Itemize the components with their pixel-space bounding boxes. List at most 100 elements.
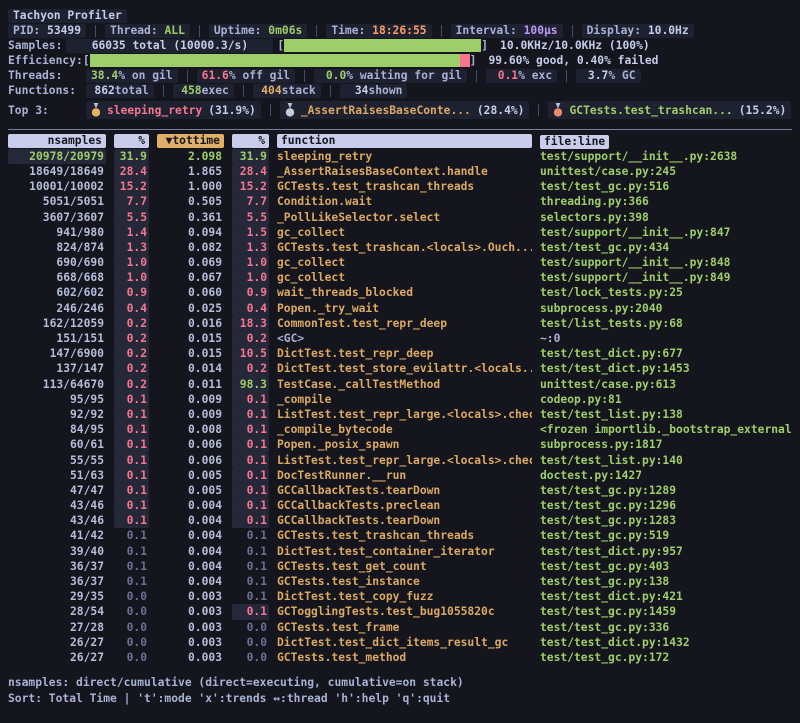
cell-direct-pct: 0.2 [114, 316, 149, 331]
cell-file-line: test/test_gc.py:1283 [540, 513, 792, 528]
stat-suffix: total [115, 83, 149, 98]
column-header-tottime-sorted[interactable]: ▼tottime [157, 134, 224, 148]
top3-item[interactable]: _AssertRaisesBaseConte... (28.4%) [280, 101, 530, 119]
table-row[interactable]: 5051/5051 7.7 0.505 7.7 Condition.wait t… [8, 194, 792, 209]
efficiency-row: Efficiency:[] 99.60% good, 0.40% failed [8, 53, 792, 68]
cell-tottime: 0.005 [157, 483, 224, 498]
thread-field[interactable]: Thread: ALL [105, 24, 190, 38]
table-row[interactable]: 137/147 0.2 0.014 0.2 DictTest.test_stor… [8, 361, 792, 376]
footer: nsamples: direct/cumulative (direct=exec… [8, 675, 792, 706]
column-header-direct-pct[interactable]: % [114, 134, 149, 148]
cell-file-line: test/test_gc.py:516 [540, 179, 792, 194]
table-row[interactable]: 147/6900 0.2 0.015 10.5 DictTest.test_re… [8, 346, 792, 361]
display-field: Display: 10.0Hz [582, 24, 694, 38]
top3-percentage: (28.4%) [477, 103, 525, 118]
title-bar: Tachyon Profiler [8, 8, 792, 23]
cell-tottime: 0.069 [157, 255, 224, 270]
cell-tottime: 0.009 [157, 392, 224, 407]
cell-tottime: 0.015 [157, 331, 224, 346]
table-row[interactable]: 29/35 0.0 0.003 0.1 DictTest.test_copy_f… [8, 589, 792, 604]
table-row[interactable]: 28/54 0.0 0.003 0.1 GCTogglingTests.test… [8, 604, 792, 619]
table-row[interactable]: 39/40 0.1 0.004 0.1 DictTest.test_contai… [8, 544, 792, 559]
table-row[interactable]: 55/55 0.1 0.006 0.1 ListTest.test_repr_l… [8, 453, 792, 468]
cell-nsamples: 39/40 [8, 544, 106, 559]
efficiency-text: 99.60% good, 0.40% failed [488, 53, 658, 68]
cell-direct-pct: 0.9 [114, 285, 149, 300]
separator [163, 85, 164, 97]
table-row[interactable]: 151/151 0.2 0.015 0.2 <GC> ~:0 [8, 331, 792, 346]
samples-rate: 10.0KHz/10.0KHz (100%) [500, 38, 650, 53]
table-row[interactable]: 18649/18649 28.4 1.865 28.4 _AssertRaise… [8, 164, 792, 179]
cell-tottime: 0.004 [157, 498, 224, 513]
stat-item: 862 total [86, 84, 154, 98]
cell-direct-pct: 0.2 [114, 377, 149, 392]
table-row[interactable]: 602/602 0.9 0.060 0.9 wait_threads_block… [8, 285, 792, 300]
cell-file-line: test/test_list.py:138 [540, 407, 792, 422]
cell-cumulative-pct: 10.5 [232, 346, 269, 361]
cell-nsamples: 20978/20979 [8, 149, 106, 164]
table-row[interactable]: 26/27 0.0 0.003 0.0 GCTests.test_method … [8, 650, 792, 665]
cell-function: <GC> [277, 331, 532, 346]
stat-item: 3.7% GC [576, 69, 640, 83]
separator [270, 104, 271, 116]
table-row[interactable]: 668/668 1.0 0.067 1.0 gc_collect test/su… [8, 270, 792, 285]
cell-cumulative-pct: 0.2 [232, 361, 269, 376]
divider [8, 129, 792, 130]
cell-function: DictTest.test_repr_deep [277, 346, 532, 361]
cell-file-line: doctest.py:1427 [540, 468, 792, 483]
cell-cumulative-pct: 0.1 [232, 422, 269, 437]
cell-cumulative-pct: 1.0 [232, 270, 269, 285]
cell-nsamples: 824/874 [8, 240, 106, 255]
table-row[interactable]: 690/690 1.0 0.069 1.0 gc_collect test/su… [8, 255, 792, 270]
cell-tottime: 0.016 [157, 316, 224, 331]
table-row[interactable]: 36/37 0.1 0.004 0.1 GCTests.test_get_cou… [8, 559, 792, 574]
table-row[interactable]: 84/95 0.1 0.008 0.1 _compile_bytecode <f… [8, 422, 792, 437]
cell-direct-pct: 0.4 [114, 301, 149, 316]
table-row[interactable]: 26/27 0.0 0.003 0.0 DictTest.test_dict_i… [8, 635, 792, 650]
stat-item: 34 shown [340, 84, 408, 98]
cell-direct-pct: 15.2 [114, 179, 149, 194]
table-row[interactable]: 43/46 0.1 0.004 0.1 GCCallbackTests.prec… [8, 498, 792, 513]
column-header-cumulative-pct[interactable]: % [232, 134, 269, 148]
table-row[interactable]: 941/980 1.4 0.094 1.5 gc_collect test/su… [8, 225, 792, 240]
cell-function: sleeping_retry [277, 149, 532, 164]
cell-direct-pct: 0.1 [114, 453, 149, 468]
interval-value: 100µs [524, 23, 558, 38]
table-row[interactable]: 36/37 0.1 0.004 0.1 GCTests.test_instanc… [8, 574, 792, 589]
cell-direct-pct: 0.1 [114, 528, 149, 543]
top3-item[interactable]: GCTests.test_trashcan... (15.2%) [548, 101, 791, 119]
top3-item[interactable]: sleeping_retry (31.9%) [86, 101, 261, 119]
cell-file-line: threading.py:366 [540, 194, 792, 209]
column-header-function[interactable]: function [277, 134, 532, 148]
table-row[interactable]: 3607/3607 5.5 0.361 5.5 _PollLikeSelecto… [8, 210, 792, 225]
table-row[interactable]: 43/46 0.1 0.004 0.1 GCCallbackTests.tear… [8, 513, 792, 528]
cell-direct-pct: 7.7 [114, 194, 149, 209]
cell-function: DictTest.test_copy_fuzz [277, 589, 532, 604]
table-row[interactable]: 92/92 0.1 0.009 0.1 ListTest.test_repr_l… [8, 407, 792, 422]
separator [538, 104, 539, 116]
stat-value: 404 [258, 83, 282, 98]
table-row[interactable]: 20978/20979 31.9 2.098 31.9 sleeping_ret… [8, 149, 792, 164]
table-row[interactable]: 10001/10002 15.2 1.000 15.2 GCTests.test… [8, 179, 792, 194]
column-header-nsamples[interactable]: nsamples [8, 134, 106, 148]
table-row[interactable]: 824/874 1.3 0.082 1.3 GCTests.test_trash… [8, 240, 792, 255]
stat-item: 458 exec [173, 84, 234, 98]
column-header-file-line[interactable]: file:line [540, 135, 609, 149]
table-row[interactable]: 113/64670 0.2 0.011 98.3 TestCase._callT… [8, 377, 792, 392]
separator [476, 70, 477, 82]
cell-cumulative-pct: 0.1 [232, 544, 269, 559]
cell-tottime: 1.000 [157, 179, 224, 194]
display-value: 10.0Hz [648, 23, 689, 38]
table-row[interactable]: 47/47 0.1 0.005 0.1 GCCallbackTests.tear… [8, 483, 792, 498]
table-row[interactable]: 27/28 0.0 0.003 0.0 GCTests.test_frame t… [8, 620, 792, 635]
table-row[interactable]: 60/61 0.1 0.006 0.1 Popen._posix_spawn s… [8, 437, 792, 452]
table-row[interactable]: 41/42 0.1 0.004 0.1 GCTests.test_trashca… [8, 528, 792, 543]
table-row[interactable]: 95/95 0.1 0.009 0.1 _compile codeop.py:8… [8, 392, 792, 407]
cell-cumulative-pct: 0.1 [232, 559, 269, 574]
table-row[interactable]: 162/12059 0.2 0.016 18.3 CommonTest.test… [8, 316, 792, 331]
table-row[interactable]: 51/63 0.1 0.005 0.1 DocTestRunner.__run … [8, 468, 792, 483]
time-field: Time: 18:26:55 [326, 24, 431, 38]
table-row[interactable]: 246/246 0.4 0.025 0.4 Popen._try_wait su… [8, 301, 792, 316]
cell-tottime: 0.009 [157, 407, 224, 422]
cell-tottime: 0.082 [157, 240, 224, 255]
